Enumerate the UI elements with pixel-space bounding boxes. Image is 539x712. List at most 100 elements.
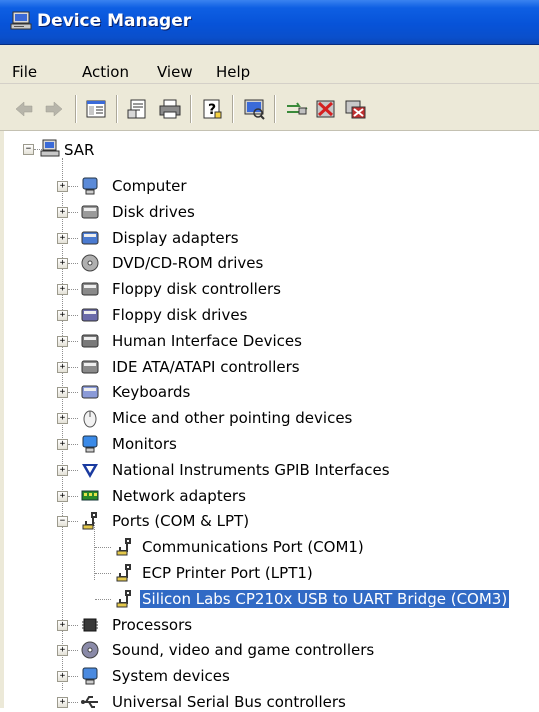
update-driver-icon[interactable]: [285, 98, 309, 120]
computer-root-icon: [40, 139, 60, 157]
menu-action[interactable]: Action: [82, 63, 129, 81]
expand-toggle[interactable]: +: [57, 671, 68, 682]
tree-item-label[interactable]: Universal Serial Bus controllers: [110, 693, 348, 711]
tree-line: [68, 367, 78, 368]
tree-item-label[interactable]: Human Interface Devices: [110, 332, 304, 350]
toolbar-separator: [274, 95, 276, 123]
tree-line: [68, 392, 78, 393]
hid-icon: [81, 334, 99, 348]
tree-item-label[interactable]: System devices: [110, 667, 232, 685]
tree-line: [68, 418, 78, 419]
tree-line: [68, 444, 78, 445]
expand-toggle[interactable]: +: [57, 413, 68, 424]
tree-item-label[interactable]: Floppy disk controllers: [110, 280, 283, 298]
collapse-toggle[interactable]: −: [57, 516, 68, 527]
monitor-icon: [82, 435, 98, 453]
show-hide-tree-icon[interactable]: [84, 98, 108, 120]
tree-item-label[interactable]: Network adapters: [110, 487, 248, 505]
expand-toggle[interactable]: +: [57, 439, 68, 450]
ide-controller-icon: [81, 360, 99, 374]
expand-toggle[interactable]: +: [57, 697, 68, 708]
tree-line: [95, 599, 111, 600]
scan-hardware-icon[interactable]: [242, 98, 266, 120]
expand-toggle[interactable]: +: [57, 620, 68, 631]
toolbar-separator: [116, 95, 118, 123]
tree-item-label[interactable]: Sound, video and game controllers: [110, 641, 376, 659]
tree-line: [68, 186, 78, 187]
expand-toggle[interactable]: +: [57, 181, 68, 192]
mouse-icon: [83, 410, 97, 428]
tree-line: [68, 496, 78, 497]
tree-line: [68, 238, 78, 239]
expand-toggle[interactable]: +: [57, 233, 68, 244]
expand-toggle[interactable]: +: [57, 362, 68, 373]
toolbar-separator: [75, 95, 77, 123]
tree-item-label[interactable]: Display adapters: [110, 229, 241, 247]
tree-item-label[interactable]: Disk drives: [110, 203, 197, 221]
expand-toggle[interactable]: +: [57, 645, 68, 656]
tree-item-label[interactable]: Monitors: [110, 435, 179, 453]
expand-toggle[interactable]: +: [57, 284, 68, 295]
toolbar-separator: [190, 95, 192, 123]
expand-toggle[interactable]: +: [57, 207, 68, 218]
tree-item-label[interactable]: National Instruments GPIB Interfaces: [110, 461, 392, 479]
tree-line: [68, 289, 78, 290]
tree-line: [68, 625, 78, 626]
title-bar[interactable]: Device Manager: [0, 0, 539, 45]
cd-drive-icon: [81, 254, 99, 272]
expand-toggle[interactable]: +: [57, 336, 68, 347]
menu-help[interactable]: Help: [216, 63, 250, 81]
tree-line: [68, 702, 78, 703]
tree-line: [68, 263, 78, 264]
expand-toggle[interactable]: +: [57, 465, 68, 476]
tree-line: [95, 573, 111, 574]
expand-toggle[interactable]: +: [57, 491, 68, 502]
disk-drive-icon: [81, 205, 99, 219]
floppy-controller-icon: [81, 282, 99, 296]
device-manager-icon: [10, 11, 32, 30]
properties-icon[interactable]: [126, 98, 150, 120]
computer-icon: [82, 177, 98, 195]
disable-device-icon[interactable]: [314, 98, 338, 120]
tree-line: [68, 341, 78, 342]
floppy-drive-icon: [81, 308, 99, 322]
tree-item-label-selected[interactable]: Silicon Labs CP210x USB to UART Bridge (…: [138, 589, 511, 609]
collapse-toggle-root[interactable]: −: [23, 144, 34, 155]
ni-gpib-icon: [82, 464, 98, 478]
port-icon: [116, 590, 131, 608]
processor-icon: [82, 618, 98, 632]
port-icon: [116, 564, 131, 582]
tree-item-label[interactable]: IDE ATA/ATAPI controllers: [110, 358, 302, 376]
forward-arrow-icon[interactable]: [42, 98, 66, 120]
tree-line: [68, 212, 78, 213]
tree-item-label[interactable]: Processors: [110, 616, 194, 634]
system-device-icon: [82, 667, 98, 685]
window-left-edge: [0, 131, 4, 708]
tree-item-label[interactable]: Ports (COM & LPT): [110, 512, 251, 530]
expand-toggle[interactable]: +: [57, 258, 68, 269]
menu-file[interactable]: File: [12, 63, 37, 81]
port-icon: [82, 512, 97, 530]
tree-item-label[interactable]: Keyboards: [110, 383, 192, 401]
expand-toggle[interactable]: +: [57, 310, 68, 321]
tree-item-label[interactable]: Floppy disk drives: [110, 306, 249, 324]
uninstall-device-icon[interactable]: [343, 98, 367, 120]
tree-line: [68, 470, 78, 471]
toolbar-separator: [232, 95, 234, 123]
tree-item-label[interactable]: Mice and other pointing devices: [110, 409, 354, 427]
back-arrow-icon[interactable]: [12, 98, 36, 120]
network-adapter-icon: [81, 490, 99, 501]
tree-line: [95, 547, 111, 548]
tree-root-label[interactable]: SAR: [62, 141, 96, 159]
menu-view[interactable]: View: [157, 63, 193, 81]
help-icon[interactable]: ?: [200, 98, 224, 120]
print-icon[interactable]: [158, 98, 182, 120]
tree-item-label[interactable]: Computer: [110, 177, 189, 195]
tree-item-label[interactable]: ECP Printer Port (LPT1): [140, 564, 315, 582]
tree-item-label[interactable]: DVD/CD-ROM drives: [110, 254, 265, 272]
port-icon: [116, 538, 131, 556]
display-adapter-icon: [81, 231, 99, 245]
tree-item-label[interactable]: Communications Port (COM1): [140, 538, 366, 556]
toolbar: [0, 84, 539, 131]
expand-toggle[interactable]: +: [57, 387, 68, 398]
